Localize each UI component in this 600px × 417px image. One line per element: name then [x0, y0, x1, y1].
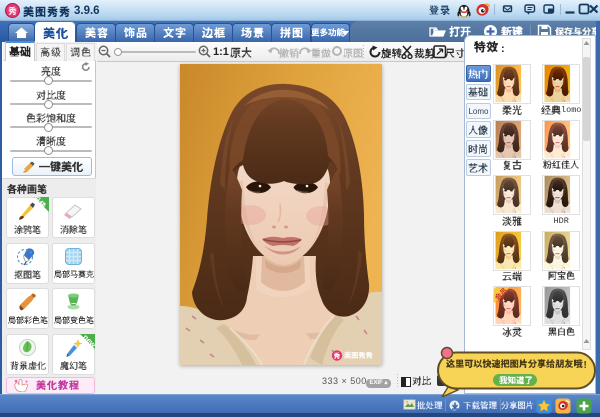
svg-text:!: !: [584, 360, 587, 371]
